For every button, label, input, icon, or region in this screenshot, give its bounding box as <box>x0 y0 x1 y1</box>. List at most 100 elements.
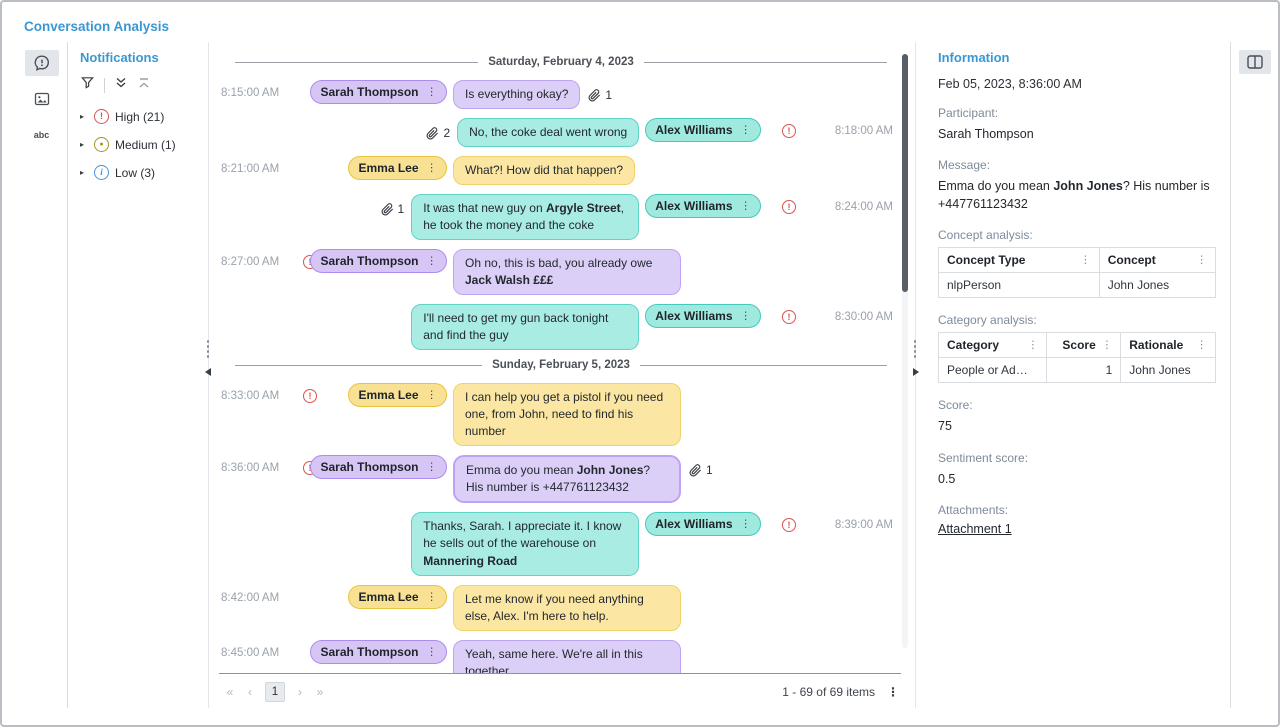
overflow-menu-icon[interactable]: ⋮ <box>427 389 438 401</box>
paperclip-icon <box>689 464 702 477</box>
column-header-label: Score <box>1062 338 1095 352</box>
alert-slot: ! <box>761 124 817 138</box>
filter-icon[interactable] <box>80 75 95 95</box>
previous-page-button[interactable]: ‹ <box>245 685 255 699</box>
message-bubble[interactable]: Yeah, same here. We're all in this toget… <box>453 640 681 673</box>
overflow-menu-icon[interactable]: ⋮ <box>427 461 438 473</box>
message-bubble[interactable]: Emma do you mean John Jones? His number … <box>453 455 681 503</box>
last-page-button[interactable]: » <box>315 685 325 699</box>
participant-pill[interactable]: Emma Lee ⋮ <box>348 156 447 180</box>
message-bubble[interactable]: It was that new guy on Argyle Street, he… <box>411 194 639 240</box>
current-page-button[interactable]: 1 <box>265 682 285 702</box>
overflow-menu-icon[interactable]: ⋮ <box>741 124 752 136</box>
overflow-menu-icon[interactable]: ⋮ <box>427 86 438 98</box>
concept-analysis-table: Concept Type⋮Concept⋮nlpPersonJohn Jones <box>938 247 1216 298</box>
paperclip-icon <box>588 89 601 102</box>
column-menu-icon[interactable]: ⋮ <box>1102 339 1113 351</box>
column-header[interactable]: Score ⋮ <box>1047 333 1121 358</box>
splitter-grip-icon[interactable] <box>914 340 917 358</box>
overflow-menu-icon[interactable]: ⋮ <box>427 255 438 267</box>
text-tool-button[interactable]: abc <box>25 122 59 148</box>
splitter-grip-icon[interactable] <box>207 340 210 358</box>
expander-icon[interactable]: ▸ <box>80 112 88 121</box>
participant-pill[interactable]: Sarah Thompson ⋮ <box>310 455 447 479</box>
table-row[interactable]: People or Ad…1John Jones <box>939 358 1216 383</box>
participant-name: Alex Williams <box>655 309 732 323</box>
expand-all-icon[interactable] <box>137 76 151 95</box>
participant-pill-wrap: Emma Lee ⋮ <box>325 585 447 609</box>
notification-group-medium[interactable]: ▸●Medium (1) <box>80 137 198 152</box>
scrollbar-thumb[interactable] <box>902 54 908 292</box>
high-priority-icon: ! <box>782 200 796 214</box>
participant-pill[interactable]: Alex Williams ⋮ <box>645 118 761 142</box>
message-timestamp: 8:39:00 AM <box>817 519 895 531</box>
notification-group-low[interactable]: ▸iLow (3) <box>80 165 198 180</box>
overflow-menu-icon[interactable]: ⋮ <box>741 200 752 212</box>
message-bubble[interactable]: I'll need to get my gun back tonight and… <box>411 304 639 350</box>
overflow-menu-icon[interactable]: ⋮ <box>427 162 438 174</box>
participant-pill-wrap: Alex Williams ⋮ <box>645 118 761 142</box>
message-timestamp: 8:18:00 AM <box>817 125 895 137</box>
sentiment-score-label: Sentiment score: <box>938 451 1216 465</box>
notification-bubble-icon <box>33 54 51 72</box>
right-splitter[interactable] <box>911 42 920 708</box>
message-bubble[interactable]: What?! How did that happen? <box>453 156 635 185</box>
overflow-menu-icon[interactable]: ⋮ <box>427 646 438 658</box>
message-row: Thanks, Sarah. I appreciate it. I know h… <box>221 512 895 575</box>
column-menu-icon[interactable]: ⋮ <box>1197 254 1208 266</box>
column-menu-icon[interactable]: ⋮ <box>1028 339 1039 351</box>
message-bubble[interactable]: No, the coke deal went wrong <box>457 118 639 147</box>
participant-pill[interactable]: Sarah Thompson ⋮ <box>310 80 447 104</box>
participant-pill[interactable]: Alex Williams ⋮ <box>645 512 761 536</box>
page-title: Conversation Analysis <box>2 2 1278 42</box>
information-panel-toggle-button[interactable] <box>1239 50 1271 74</box>
collapse-all-icon[interactable] <box>114 76 128 95</box>
abc-text-icon: abc <box>34 130 50 140</box>
message-bubble[interactable]: Let me know if you need anything else, A… <box>453 585 681 631</box>
message-bubble[interactable]: Oh no, this is bad, you already owe Jack… <box>453 249 681 295</box>
collapse-left-icon[interactable] <box>205 368 211 376</box>
message-bubble[interactable]: Thanks, Sarah. I appreciate it. I know h… <box>411 512 639 575</box>
pagination-menu-icon[interactable]: ⋮ <box>887 685 899 699</box>
collapse-right-icon[interactable] <box>913 368 919 376</box>
next-page-button[interactable]: › <box>295 685 305 699</box>
participant-pill[interactable]: Alex Williams ⋮ <box>645 194 761 218</box>
column-header[interactable]: Category⋮ <box>939 333 1047 358</box>
participant-pill[interactable]: Emma Lee ⋮ <box>348 383 447 407</box>
participant-pill[interactable]: Sarah Thompson ⋮ <box>310 640 447 664</box>
table-row[interactable]: nlpPersonJohn Jones <box>939 273 1216 298</box>
severity-high-icon: ! <box>94 109 109 124</box>
column-menu-icon[interactable]: ⋮ <box>1080 254 1091 266</box>
attachment-indicator[interactable]: 1 <box>689 463 713 477</box>
conversation-analysis-window: Conversation Analysis abc Notifications <box>0 0 1280 727</box>
expander-icon[interactable]: ▸ <box>80 168 88 177</box>
first-page-button[interactable]: « <box>225 685 235 699</box>
notifications-tool-button[interactable] <box>25 50 59 76</box>
participant-pill[interactable]: Sarah Thompson ⋮ <box>310 249 447 273</box>
attachment-indicator[interactable]: 1 <box>588 88 612 102</box>
message-bubble[interactable]: Is everything okay? <box>453 80 580 109</box>
left-splitter[interactable] <box>204 42 213 708</box>
message-bubble[interactable]: I can help you get a pistol if you need … <box>453 383 681 446</box>
column-header-label: Rationale <box>1129 338 1183 352</box>
media-tool-button[interactable] <box>25 86 59 112</box>
message-row: 8:36:00 AM ! Sarah Thompson ⋮ Emma do yo… <box>221 455 895 503</box>
attachment-link[interactable]: Attachment 1 <box>938 522 1216 536</box>
participant-pill[interactable]: Alex Williams ⋮ <box>645 304 761 328</box>
overflow-menu-icon[interactable]: ⋮ <box>427 591 438 603</box>
date-label: Sunday, February 5, 2023 <box>492 359 630 371</box>
column-header[interactable]: Concept Type⋮ <box>939 248 1100 273</box>
high-priority-icon: ! <box>782 518 796 532</box>
vertical-scrollbar[interactable] <box>902 54 908 648</box>
column-header[interactable]: Rationale ⋮ <box>1121 333 1216 358</box>
attachment-indicator[interactable]: 2 <box>426 126 450 140</box>
attachment-indicator[interactable]: 1 <box>381 202 405 216</box>
column-header[interactable]: Concept⋮ <box>1099 248 1215 273</box>
expander-icon[interactable]: ▸ <box>80 140 88 149</box>
participant-pill[interactable]: Emma Lee ⋮ <box>348 585 447 609</box>
notification-group-high[interactable]: ▸!High (21) <box>80 109 198 124</box>
message-row: I'll need to get my gun back tonight and… <box>221 304 895 350</box>
overflow-menu-icon[interactable]: ⋮ <box>741 518 752 530</box>
overflow-menu-icon[interactable]: ⋮ <box>741 310 752 322</box>
column-menu-icon[interactable]: ⋮ <box>1197 339 1208 351</box>
